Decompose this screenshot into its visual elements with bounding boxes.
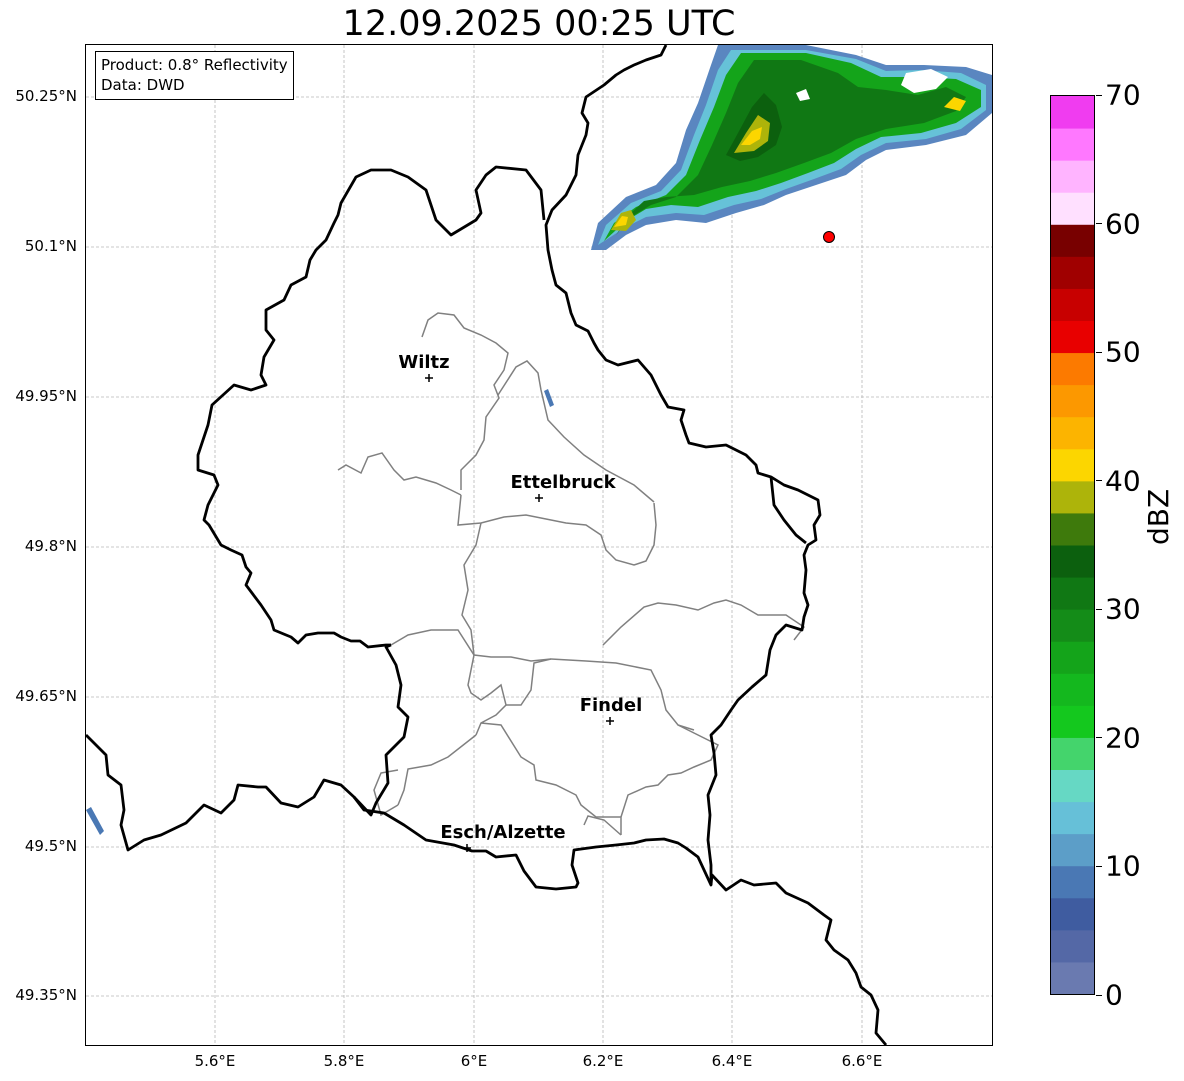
city-label-wiltz: Wiltz bbox=[398, 352, 449, 373]
colorbar-segment bbox=[1051, 961, 1094, 994]
lon-label: 5.6°E bbox=[194, 1052, 236, 1070]
colorbar-segment bbox=[1051, 929, 1094, 963]
colorbar-segment bbox=[1051, 384, 1094, 418]
colorbar bbox=[1050, 95, 1095, 995]
colorbar-segment bbox=[1051, 192, 1094, 225]
info-box: Product: 0.8° Reflectivity Data: DWD bbox=[95, 51, 294, 100]
colorbar-segment bbox=[1051, 833, 1094, 867]
colorbar-tick bbox=[1096, 608, 1102, 610]
colorbar-segment bbox=[1051, 737, 1094, 770]
lat-label: 49.65°N bbox=[15, 687, 77, 705]
lon-label: 6°E bbox=[460, 1052, 488, 1070]
colorbar-segment bbox=[1051, 705, 1094, 738]
colorbar-segment bbox=[1051, 96, 1094, 129]
colorbar-tick bbox=[1096, 351, 1102, 353]
colorbar-tick bbox=[1096, 865, 1102, 867]
colorbar-segment bbox=[1051, 160, 1094, 193]
colorbar-tick-label: 40 bbox=[1105, 464, 1141, 498]
colorbar-segment bbox=[1051, 673, 1094, 706]
colorbar-segment bbox=[1051, 801, 1094, 835]
city-wiltz[interactable]: Wiltz bbox=[398, 352, 450, 382]
colorbar-segment bbox=[1051, 256, 1094, 289]
radar-site-marker[interactable] bbox=[823, 231, 835, 243]
lon-label: 6.6°E bbox=[841, 1052, 883, 1070]
colorbar-tick bbox=[1096, 480, 1102, 482]
colorbar-segment bbox=[1051, 224, 1094, 257]
colorbar-tick bbox=[1096, 94, 1102, 96]
city-label-findel: Findel bbox=[580, 695, 643, 716]
lon-label: 6.2°E bbox=[582, 1052, 624, 1070]
city-findel[interactable]: Findel bbox=[580, 695, 643, 725]
colorbar-segment bbox=[1051, 352, 1094, 386]
colorbar-tick bbox=[1096, 223, 1102, 225]
colorbar-segment bbox=[1051, 128, 1094, 161]
colorbar-segment bbox=[1051, 641, 1094, 674]
lat-label: 49.95°N bbox=[15, 387, 77, 405]
data-source-text: Data: DWD bbox=[101, 76, 185, 94]
lat-label: 49.5°N bbox=[24, 837, 77, 855]
colorbar-tick-label: 50 bbox=[1105, 335, 1141, 369]
lat-label: 49.8°N bbox=[24, 537, 77, 555]
colorbar-segment bbox=[1051, 609, 1094, 642]
city-ettelbruck[interactable]: Ettelbruck bbox=[510, 472, 617, 502]
colorbar-segment bbox=[1051, 897, 1094, 931]
colorbar-tick-label: 10 bbox=[1105, 849, 1141, 883]
lon-label: 6.4°E bbox=[711, 1052, 753, 1070]
map-title: 12.09.2025 00:25 UTC bbox=[342, 4, 736, 44]
colorbar-tick-label: 60 bbox=[1105, 207, 1141, 241]
lat-label: 49.35°N bbox=[15, 986, 77, 1004]
lon-label: 5.8°E bbox=[323, 1052, 365, 1070]
colorbar-tick-label: 20 bbox=[1105, 721, 1141, 755]
lat-label: 50.25°N bbox=[15, 87, 77, 105]
colorbar-segment bbox=[1051, 769, 1094, 803]
colorbar-segment bbox=[1051, 512, 1094, 546]
colorbar-segment bbox=[1051, 545, 1094, 578]
city-label-esch-alzette: Esch/Alzette bbox=[440, 822, 565, 843]
colorbar-segment bbox=[1051, 416, 1094, 450]
colorbar-tick bbox=[1096, 737, 1102, 739]
radar-echoes bbox=[86, 45, 992, 835]
colorbar-segment bbox=[1051, 320, 1094, 354]
colorbar-tick bbox=[1096, 994, 1102, 996]
colorbar-segment bbox=[1051, 448, 1094, 482]
colorbar-unit-label: dBZ bbox=[1142, 488, 1175, 545]
colorbar-tick-label: 30 bbox=[1105, 592, 1141, 626]
colorbar-segment bbox=[1051, 480, 1094, 514]
colorbar-segment bbox=[1051, 577, 1094, 610]
radar-map[interactable]: Wiltz Ettelbruck Findel Esch/Alzette bbox=[86, 45, 992, 1045]
city-label-ettelbruck: Ettelbruck bbox=[510, 472, 616, 493]
lat-label: 50.1°N bbox=[24, 237, 77, 255]
product-text: Product: 0.8° Reflectivity bbox=[101, 56, 288, 74]
colorbar-tick-label: 0 bbox=[1105, 978, 1123, 1012]
canton-boundaries bbox=[337, 312, 806, 836]
colorbar-segment bbox=[1051, 865, 1094, 899]
colorbar-tick-label: 70 bbox=[1105, 78, 1141, 112]
colorbar-segment bbox=[1051, 288, 1094, 321]
